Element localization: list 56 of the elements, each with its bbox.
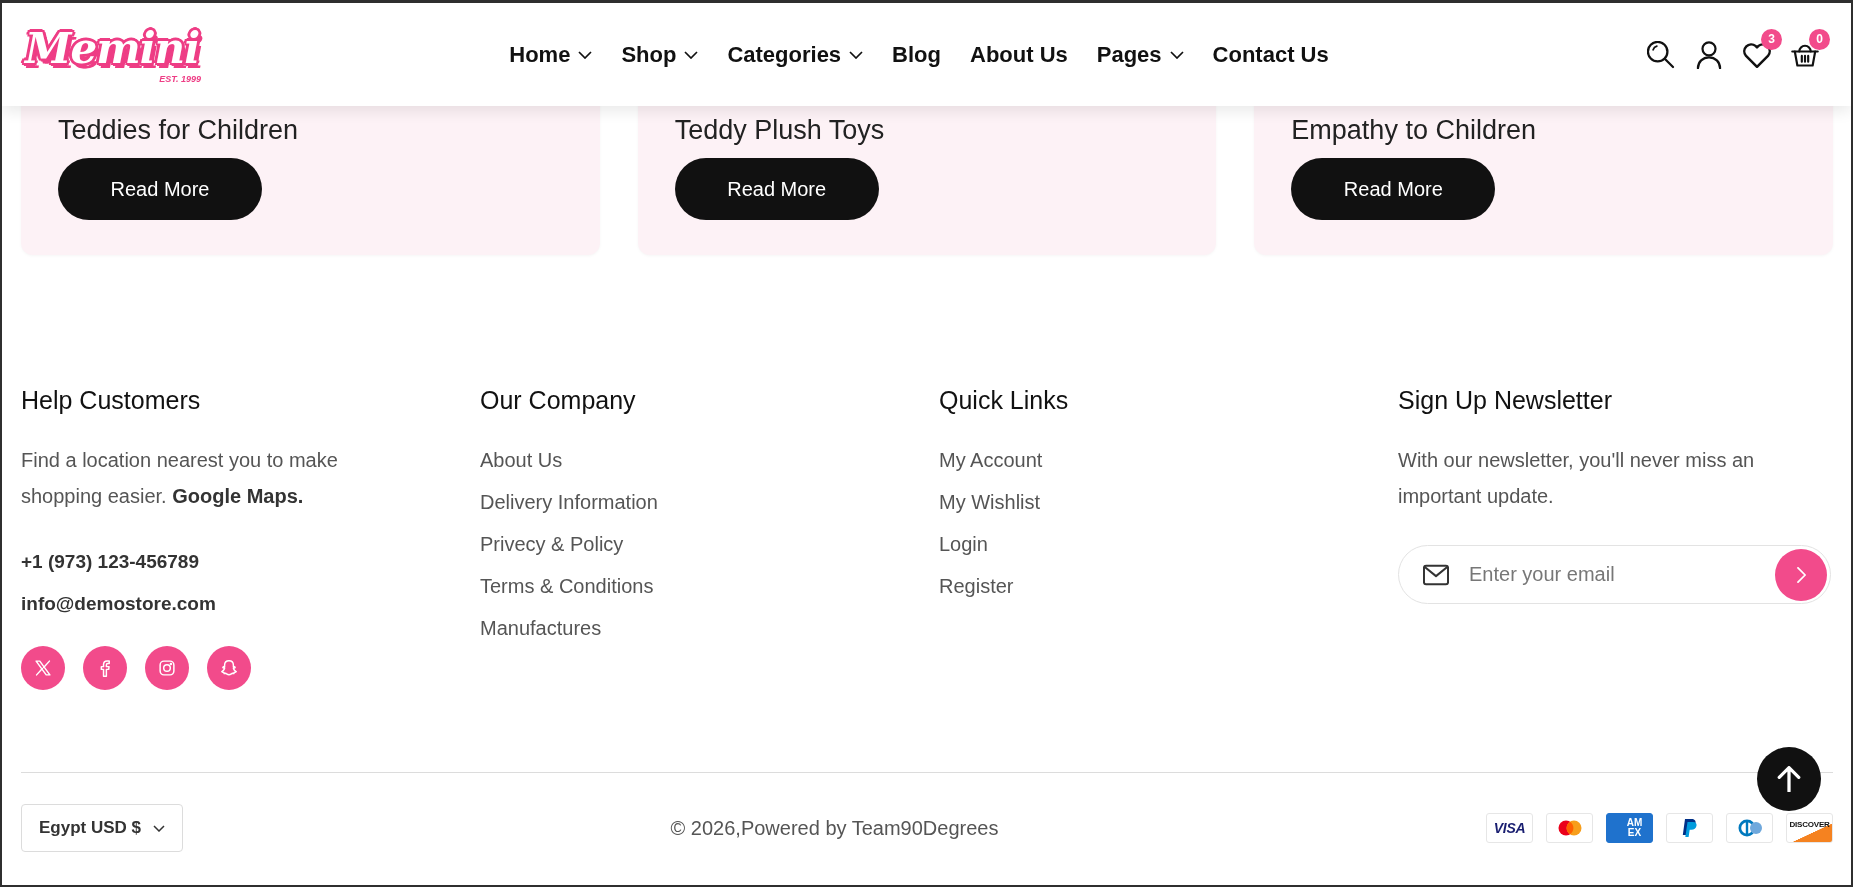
count-badge: 0 — [1809, 28, 1830, 50]
footer-link[interactable]: Login — [939, 529, 988, 559]
count-badge: 3 — [1761, 28, 1782, 50]
p-logo-icon — [1666, 813, 1713, 843]
envelope-icon — [1423, 563, 1449, 586]
card-title: Empathy to Children — [1291, 114, 1536, 146]
card-brand-logo: AM EX — [1606, 813, 1653, 843]
card-title: Teddy Plush Toys — [674, 114, 885, 146]
arrow-up-icon — [1776, 766, 1802, 792]
footer-heading: Our Company — [480, 385, 636, 415]
chevron-down-icon — [153, 824, 165, 832]
f-letter-icon[interactable] — [83, 646, 127, 690]
footer-heading: Help Customers — [21, 385, 201, 415]
user-icon — [1695, 40, 1723, 69]
camera-icon[interactable] — [145, 646, 189, 690]
footer-heading: Sign Up Newsletter — [1398, 385, 1612, 415]
footer-link[interactable]: Register — [939, 571, 1014, 601]
nav-link[interactable]: Contact Us — [1212, 41, 1329, 68]
read-more-button[interactable]: Read More — [58, 158, 262, 220]
footer-link[interactable]: About Us — [480, 445, 563, 475]
overlapping-circles-icon — [1546, 813, 1593, 843]
maps-link[interactable]: Google Maps. — [172, 485, 304, 507]
email-input[interactable]: Enter your email — [1469, 560, 1755, 589]
card-brand-logo: VISA — [1486, 813, 1533, 843]
card-brand-logo: DISCOVER — [1786, 813, 1833, 843]
read-more-button[interactable]: Read More — [1291, 158, 1496, 220]
nav-link[interactable]: Blog — [892, 41, 941, 68]
footer-link[interactable]: Delivery Information — [480, 487, 658, 517]
footer-text: With our newsletter, you'll never miss an important update. — [1398, 448, 1756, 509]
footer-heading: Quick Links — [939, 385, 1069, 415]
nav-link[interactable]: Shop — [621, 41, 699, 68]
chevron-right-icon — [1796, 566, 1806, 583]
logo-tagline: EST. 1999 — [159, 73, 202, 84]
nav-link[interactable]: Pages — [1096, 41, 1184, 68]
nav-link[interactable]: About Us — [970, 41, 1068, 68]
phone-number[interactable]: +1 (973) 123-456789 — [21, 547, 199, 577]
subscribe-button[interactable] — [1775, 548, 1827, 601]
footer-link[interactable]: Manufactures — [480, 613, 602, 643]
currency-select[interactable]: Egypt USD $ — [21, 804, 183, 852]
nav-link[interactable]: Categories — [727, 41, 864, 68]
x-letter-icon[interactable] — [21, 646, 65, 690]
logo-wordmark[interactable]: Memini — [19, 25, 206, 72]
ghost-icon[interactable] — [207, 646, 251, 690]
footer-link[interactable]: Privecy & Policy — [480, 529, 624, 559]
footer-link[interactable]: My Account — [939, 445, 1043, 475]
card-title: Teddies for Children — [58, 114, 299, 146]
email-address[interactable]: info@demostore.com — [21, 589, 216, 619]
search-icon — [1647, 40, 1675, 69]
footer-link[interactable]: Terms & Conditions — [480, 571, 654, 601]
footer-text: Find a location nearest you to make shopping easier. Google Maps. — [21, 448, 339, 509]
account-button[interactable] — [1695, 40, 1723, 69]
copyright-text: © 2026,Powered by Team90Degrees — [670, 816, 999, 840]
nav-link[interactable]: Home — [509, 41, 593, 68]
footer-link[interactable]: My Wishlist — [939, 487, 1041, 517]
search-button[interactable] — [1647, 40, 1675, 69]
read-more-button[interactable]: Read More — [674, 158, 879, 220]
